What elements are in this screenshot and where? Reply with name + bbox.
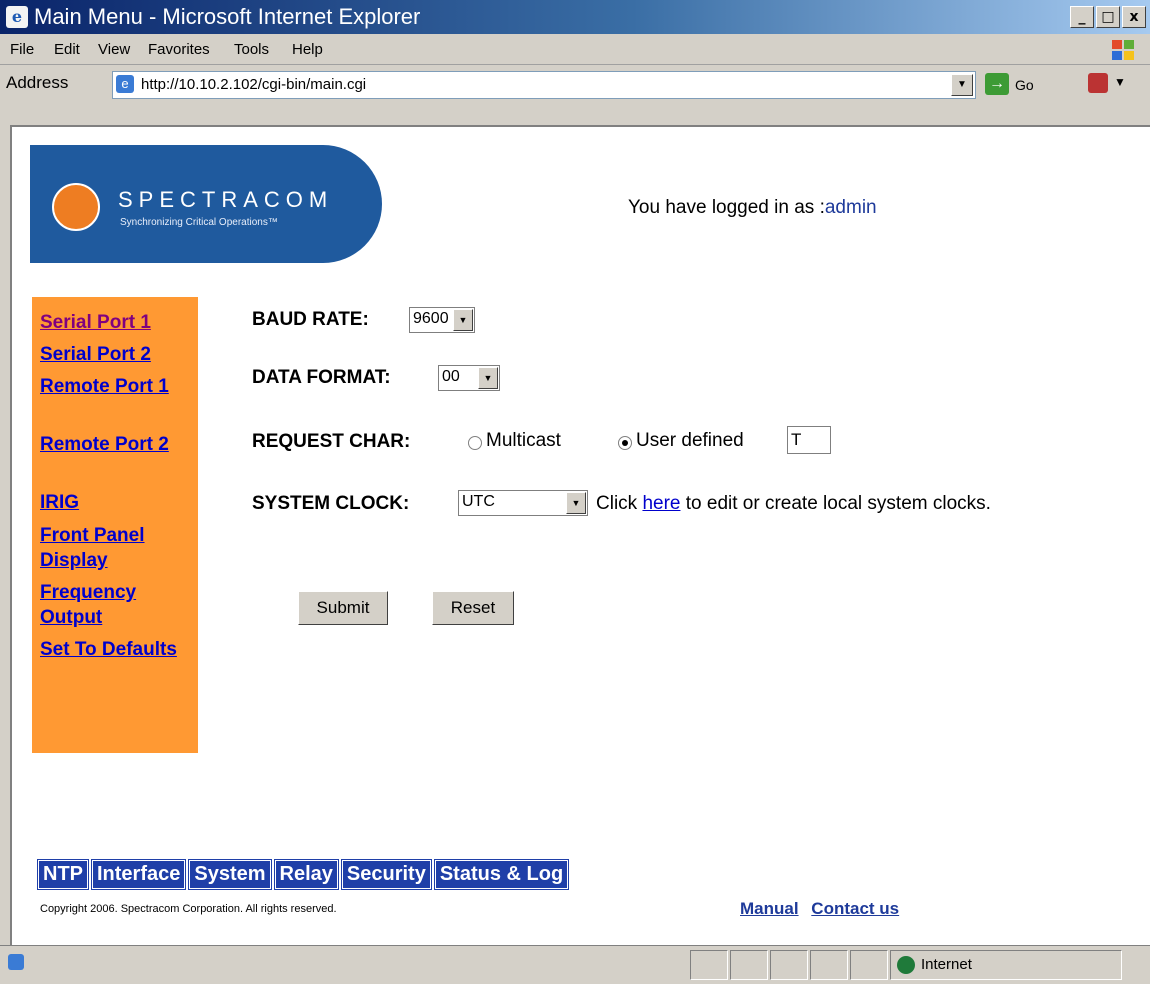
- data-format-value: 00: [442, 368, 460, 385]
- system-clock-select[interactable]: UTC ▼: [458, 490, 588, 516]
- sidebar: Serial Port 1 Serial Port 2 Remote Port …: [32, 297, 198, 753]
- multicast-label: Multicast: [486, 430, 561, 451]
- menu-tools[interactable]: Tools: [234, 41, 269, 58]
- menu-view[interactable]: View: [98, 41, 130, 58]
- sidebar-item-set-to-defaults[interactable]: Set To Defaults: [40, 637, 190, 662]
- data-format-label: DATA FORMAT:: [252, 367, 391, 388]
- contact-link[interactable]: Contact us: [811, 899, 899, 918]
- data-format-select[interactable]: 00 ▼: [438, 365, 500, 391]
- login-user: admin: [824, 197, 877, 218]
- sidebar-item-frequency-output[interactable]: Frequency Output: [40, 580, 190, 630]
- request-char-input[interactable]: T: [787, 426, 831, 454]
- page-content: SPECTRACOM Synchronizing Critical Operat…: [10, 125, 1150, 945]
- sidebar-item-remote-port-1[interactable]: Remote Port 1: [40, 374, 190, 399]
- request-char-label: REQUEST CHAR:: [252, 431, 411, 452]
- clock-hint-prefix: Click: [596, 493, 638, 514]
- chevron-down-icon: ▼: [453, 309, 473, 331]
- clock-hint-suffix: to edit or create local system clocks.: [685, 493, 991, 514]
- close-button[interactable]: x: [1122, 6, 1146, 28]
- title-bar: e Main Menu - Microsoft Internet Explore…: [0, 0, 1150, 34]
- login-status: You have logged in as :admin: [628, 197, 877, 219]
- sidebar-item-remote-port-2[interactable]: Remote Port 2: [40, 432, 190, 457]
- baud-rate-label: BAUD RATE:: [252, 309, 369, 330]
- go-button[interactable]: → Go: [985, 73, 1055, 97]
- window-title: Main Menu - Microsoft Internet Explorer: [34, 4, 421, 29]
- login-prefix: You have logged in as :: [628, 197, 825, 218]
- logo-text: SPECTRACOM: [118, 187, 334, 212]
- tab-system[interactable]: System: [188, 859, 272, 890]
- status-cell: [850, 950, 888, 980]
- logo-emblem-icon: [52, 183, 100, 231]
- minimize-button[interactable]: _: [1070, 6, 1094, 28]
- tab-ntp[interactable]: NTP: [37, 859, 89, 890]
- system-clock-label: SYSTEM CLOCK:: [252, 493, 410, 514]
- windows-flag-icon: [1112, 40, 1134, 60]
- copyright-text: Copyright 2006. Spectracom Corporation. …: [40, 903, 337, 915]
- menu-help[interactable]: Help: [292, 41, 323, 58]
- reset-button[interactable]: Reset: [432, 591, 514, 625]
- multicast-radio[interactable]: [468, 436, 482, 450]
- zone-label: Internet: [921, 956, 972, 973]
- manual-link[interactable]: Manual: [740, 899, 799, 918]
- address-bar: Address e http://10.10.2.102/cgi-bin/mai…: [0, 65, 1150, 123]
- tab-status-log[interactable]: Status & Log: [433, 859, 570, 890]
- page-status-icon: [8, 954, 24, 970]
- chevron-down-icon: ▼: [478, 367, 498, 389]
- status-cell: [730, 950, 768, 980]
- sidebar-item-serial-port-1[interactable]: Serial Port 1: [40, 310, 190, 335]
- tab-interface[interactable]: Interface: [90, 859, 187, 890]
- baud-rate-value: 9600: [413, 310, 449, 327]
- menu-file[interactable]: File: [10, 41, 34, 58]
- system-clock-value: UTC: [462, 493, 495, 510]
- tab-security[interactable]: Security: [340, 859, 432, 890]
- sidebar-item-front-panel-display[interactable]: Front Panel Display: [40, 523, 190, 573]
- address-label: Address: [6, 73, 69, 92]
- logo-tagline: Synchronizing Critical Operations™: [120, 217, 278, 228]
- go-label: Go: [1015, 77, 1034, 93]
- acrobat-icon[interactable]: [1088, 73, 1108, 93]
- spectracom-logo: SPECTRACOM Synchronizing Critical Operat…: [30, 145, 382, 263]
- go-arrow-icon: →: [985, 73, 1009, 95]
- status-cell: [810, 950, 848, 980]
- status-cell: [690, 950, 728, 980]
- bottom-nav: NTP Interface System Relay Security Stat…: [37, 859, 570, 890]
- request-char-value: T: [791, 430, 802, 449]
- baud-rate-select[interactable]: 9600 ▼: [409, 307, 475, 333]
- menu-bar: File Edit View Favorites Tools Help: [0, 34, 1150, 65]
- zone-cell: Internet: [890, 950, 1122, 980]
- status-bar: Internet: [0, 945, 1150, 984]
- chevron-down-icon: ▼: [566, 492, 586, 514]
- edit-clocks-link[interactable]: here: [642, 493, 680, 514]
- menu-favorites[interactable]: Favorites: [148, 41, 210, 58]
- address-url: http://10.10.2.102/cgi-bin/main.cgi: [141, 76, 367, 93]
- ie-app-icon[interactable]: e: [6, 6, 28, 28]
- user-defined-radio[interactable]: [618, 436, 632, 450]
- sidebar-item-irig[interactable]: IRIG: [40, 490, 190, 515]
- user-defined-label: User defined: [636, 430, 744, 451]
- maximize-button[interactable]: □: [1096, 6, 1120, 28]
- globe-icon: [897, 956, 915, 974]
- footer-links: Manual Contact us: [740, 899, 907, 919]
- address-input[interactable]: e http://10.10.2.102/cgi-bin/main.cgi ▼: [112, 71, 976, 99]
- menu-edit[interactable]: Edit: [54, 41, 80, 58]
- submit-button[interactable]: Submit: [298, 591, 388, 625]
- address-dropdown-button[interactable]: ▼: [951, 74, 973, 96]
- page-icon: e: [116, 75, 134, 93]
- system-clock-hint: Click here to edit or create local syste…: [596, 493, 991, 515]
- status-cell: [770, 950, 808, 980]
- sidebar-item-serial-port-2[interactable]: Serial Port 2: [40, 342, 190, 367]
- chevron-down-icon[interactable]: ▼: [1114, 75, 1126, 89]
- tab-relay[interactable]: Relay: [273, 859, 339, 890]
